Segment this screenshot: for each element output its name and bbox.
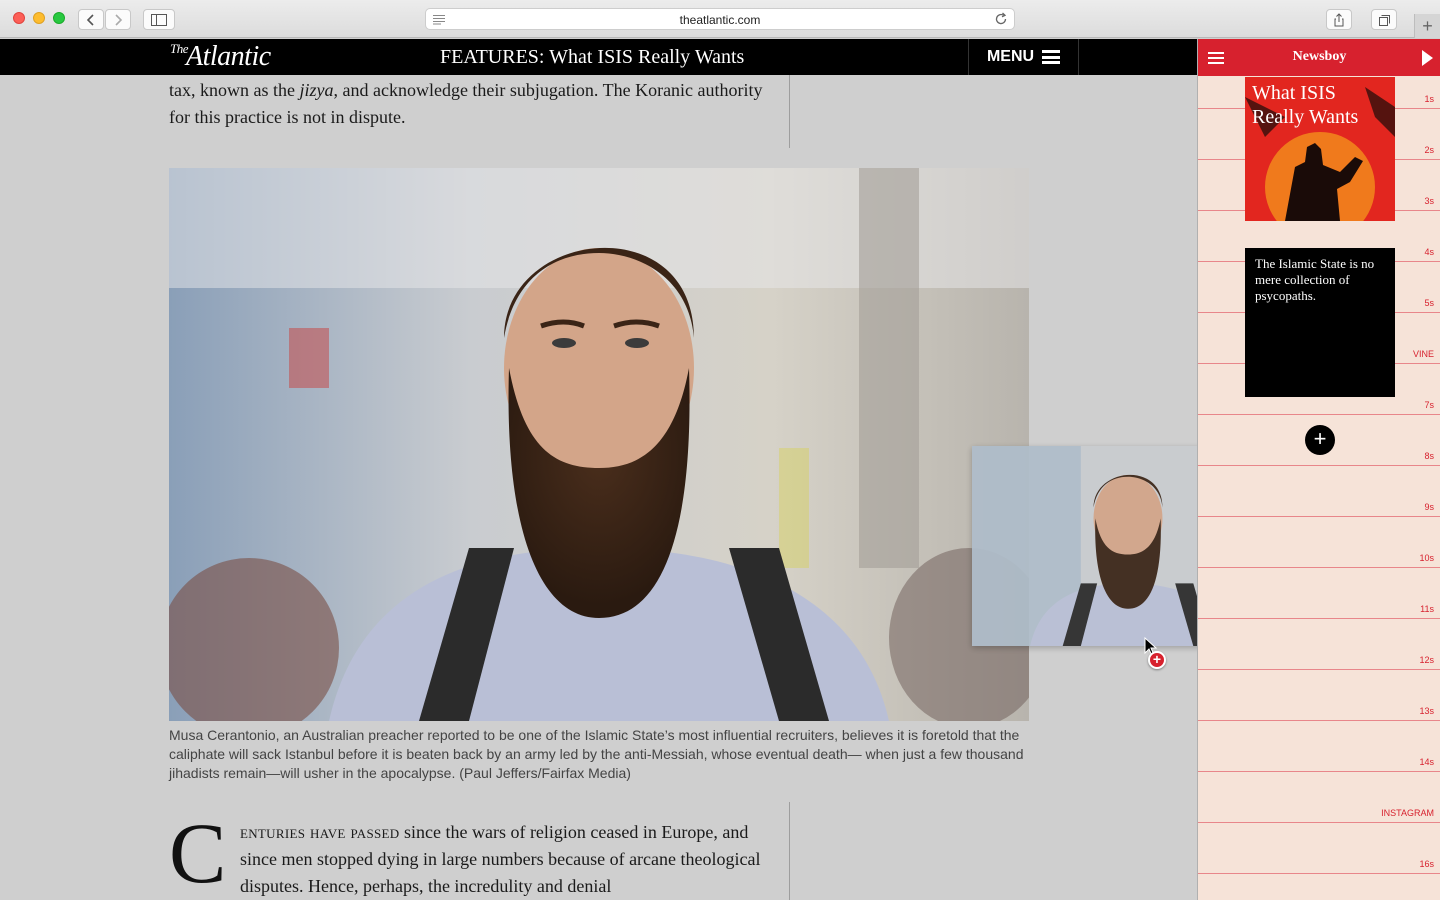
timeline-tick-label: 1s (1424, 94, 1434, 104)
site-header: TheAtlantic FEATURES: What ISIS Really W… (0, 39, 1197, 75)
timeline-tick-label: 7s (1424, 400, 1434, 410)
close-window-button[interactable] (13, 12, 25, 24)
share-button[interactable] (1326, 9, 1352, 30)
plus-icon: + (1422, 15, 1433, 36)
timeline-tick-line (1198, 873, 1440, 874)
timeline-tick-line (1198, 720, 1440, 721)
tabs-icon (1379, 14, 1390, 26)
cover-title: What ISIS Really Wants (1252, 82, 1359, 128)
menu-label: MENU (986, 48, 1035, 65)
timeline-tick-label: 2s (1424, 145, 1434, 155)
drop-cap: C (169, 805, 227, 900)
article-paragraph: tax, known as the jizya, and acknowledge… (169, 80, 763, 127)
timeline-tick-label: 8s (1424, 451, 1434, 461)
timeline-tick-line (1198, 465, 1440, 466)
section-title[interactable]: FEATURES: What ISIS Really Wants (440, 46, 744, 69)
timeline-tick-label: 12s (1419, 655, 1434, 665)
browser-toolbar: theatlantic.com + (0, 0, 1440, 38)
sidebar-toggle-button[interactable] (143, 9, 175, 30)
timeline-tick-line (1198, 822, 1440, 823)
timeline-tick-label: 11s (1420, 604, 1434, 614)
article-photo[interactable] (169, 168, 1029, 721)
timeline-tick-line (1198, 516, 1440, 517)
column-divider (789, 802, 790, 900)
address-bar[interactable]: theatlantic.com (425, 8, 1015, 30)
newsboy-panel: Newsboy 1s 2s 3s 4s 5s VINE 7s 8s 9s 10s 11s 12s 13s… (1197, 39, 1440, 900)
add-card-button[interactable]: + (1305, 425, 1335, 455)
timeline-tick-label: 9s (1424, 502, 1434, 512)
article-paragraph: enturies have passed since the wars of r… (240, 822, 761, 896)
timeline-tick-label: 14s (1419, 757, 1434, 767)
share-icon (1334, 12, 1344, 26)
timeline-tick-label: INSTAGRAM (1381, 808, 1434, 818)
story-card-cover[interactable]: What ISIS Really Wants (1245, 77, 1395, 221)
portrait-image (169, 168, 1029, 721)
timeline-tick-line (1198, 567, 1440, 568)
timeline-tick-label: 16s (1419, 859, 1434, 869)
forward-button[interactable] (105, 9, 131, 30)
logo-the: The (170, 41, 189, 56)
quote-text: The Islamic State is no mere collection … (1255, 256, 1375, 303)
new-tab-button[interactable]: + (1414, 14, 1440, 38)
timeline-tick-line (1198, 669, 1440, 670)
timeline-tick-label: VINE (1412, 349, 1434, 359)
atlantic-logo[interactable]: TheAtlantic (170, 41, 271, 73)
timeline-tick-label: 13s (1419, 706, 1434, 716)
play-icon[interactable] (1422, 50, 1433, 66)
timeline-tick-label: 4s (1424, 247, 1434, 257)
newsboy-title: Newsboy (1292, 49, 1347, 64)
column-divider (789, 75, 790, 148)
menu-button[interactable]: MENU (968, 39, 1079, 75)
photo-caption: Musa Cerantonio, an Australian preacher … (169, 727, 1024, 781)
story-card-quote[interactable]: The Islamic State is no mere collection … (1245, 248, 1395, 397)
timeline-tick-label: 3s (1424, 196, 1434, 206)
newsboy-header: Newsboy (1198, 39, 1440, 76)
sidebar-icon (151, 13, 167, 26)
fullscreen-window-button[interactable] (53, 12, 65, 24)
show-tabs-button[interactable] (1371, 9, 1397, 30)
hamburger-icon (1042, 50, 1061, 64)
logo-name: Atlantic (186, 41, 271, 72)
drag-add-badge-icon: + (1148, 651, 1166, 669)
reload-icon[interactable] (994, 12, 1008, 26)
timeline-tick-line (1198, 414, 1440, 415)
timeline-tick-label: 10s (1419, 553, 1434, 563)
back-button[interactable] (78, 9, 104, 30)
chevron-right-icon (115, 13, 123, 26)
minimize-window-button[interactable] (33, 12, 45, 24)
url-text: theatlantic.com (679, 13, 761, 27)
timeline-tick-line (1198, 771, 1440, 772)
timeline-tick-label: 5s (1424, 298, 1434, 308)
chevron-left-icon (86, 13, 94, 26)
timeline-tick-line (1198, 618, 1440, 619)
